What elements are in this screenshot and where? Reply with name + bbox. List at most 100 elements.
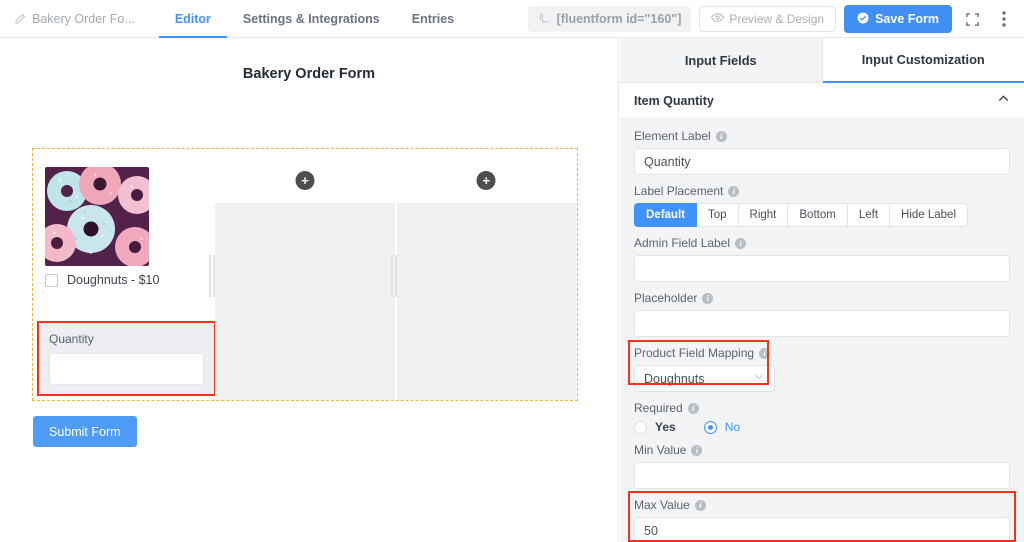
info-icon[interactable]: i (735, 238, 746, 249)
shortcode-chip[interactable]: [fluentform id="160"] (528, 6, 692, 32)
form-column-1: Doughnuts - $10 Quantity (33, 149, 214, 400)
add-field-button-column-3[interactable]: + (477, 171, 496, 190)
info-icon[interactable]: i (688, 403, 699, 414)
quantity-field-highlight: Quantity (37, 321, 216, 396)
quantity-field-label: Quantity (49, 332, 204, 346)
form-name-chip[interactable]: Bakery Order Fo... (14, 12, 135, 26)
label-placement-option-bottom[interactable]: Bottom (788, 203, 847, 227)
info-icon[interactable]: i (695, 500, 706, 511)
top-bar-actions: [fluentform id="160"] Preview & Design (528, 0, 1016, 38)
required-radio-group: Yes No (634, 420, 1010, 434)
required-yes-label: Yes (655, 420, 676, 434)
seg-label: Top (708, 209, 727, 221)
required-option-no[interactable]: No (704, 420, 740, 434)
chevron-up-icon[interactable] (997, 92, 1010, 110)
required-label: Required i (634, 401, 1010, 415)
form-row-container: Doughnuts - $10 Quantity + (32, 148, 578, 401)
radio-icon (634, 421, 647, 434)
nav-tab-settings-label: Settings & Integrations (243, 12, 380, 26)
tab-input-customization[interactable]: Input Customization (823, 38, 1024, 83)
admin-field-label-label: Admin Field Label i (634, 236, 1010, 250)
pencil-icon (14, 13, 26, 25)
seg-label: Hide Label (901, 209, 956, 221)
tab-input-fields[interactable]: Input Fields (620, 38, 823, 83)
max-value-input[interactable] (634, 517, 1010, 542)
product-field-mapping-select[interactable]: Doughnuts (634, 365, 775, 392)
label-placement-text: Label Placement (634, 184, 723, 198)
field-max-value: Max Value i (634, 498, 1010, 542)
shortcode-copy-icon (538, 11, 551, 27)
nav-tab-settings-integrations[interactable]: Settings & Integrations (227, 0, 396, 38)
info-icon[interactable]: i (702, 293, 713, 304)
nav-tab-editor[interactable]: Editor (159, 0, 227, 38)
shortcode-text: [fluentform id="160"] (557, 12, 682, 26)
product-checkbox-label: Doughnuts - $10 (67, 273, 159, 287)
field-placeholder: Placeholder i (634, 291, 1010, 337)
required-label-text: Required (634, 401, 683, 415)
main-nav-tabs: Editor Settings & Integrations Entries (159, 0, 470, 38)
min-value-input[interactable] (634, 462, 1010, 489)
accordion-item-quantity[interactable]: Item Quantity (620, 83, 1024, 119)
element-label-label: Element Label i (634, 129, 1010, 143)
required-no-label: No (725, 420, 740, 434)
label-placement-option-hide-label[interactable]: Hide Label (890, 203, 968, 227)
product-checkbox[interactable] (45, 274, 58, 287)
save-form-label: Save Form (875, 12, 939, 26)
label-placement-option-default[interactable]: Default (634, 203, 697, 227)
nav-tab-entries[interactable]: Entries (396, 0, 470, 38)
top-bar: Bakery Order Fo... Editor Settings & Int… (0, 0, 1024, 38)
submit-form-button[interactable]: Submit Form (33, 416, 137, 447)
element-label-text: Element Label (634, 129, 711, 143)
form-column-3: + (396, 149, 577, 400)
empty-column-placeholder-3[interactable] (397, 203, 576, 400)
kebab-menu-icon[interactable] (992, 7, 1016, 31)
min-value-label: Min Value i (634, 443, 1010, 457)
tab-input-customization-label: Input Customization (862, 52, 985, 67)
info-icon[interactable]: i (716, 131, 727, 142)
label-placement-segmented-control: Default Top Right Bottom Left (634, 203, 1010, 227)
preview-design-button[interactable]: Preview & Design (699, 6, 836, 32)
empty-column-placeholder-2[interactable] (215, 203, 394, 400)
column-resize-handle-2[interactable] (209, 255, 216, 297)
quantity-field[interactable]: Quantity (39, 323, 214, 394)
eye-icon (711, 11, 724, 27)
product-field-mapping-label: Product Field Mapping i (634, 346, 1010, 360)
placeholder-label: Placeholder i (634, 291, 1010, 305)
panel-body: Element Label i Label Placement i Defaul… (620, 119, 1024, 542)
seg-label: Left (859, 209, 878, 221)
preview-design-label: Preview & Design (729, 12, 824, 26)
seg-label: Bottom (799, 209, 835, 221)
form-column-2: + (214, 149, 395, 400)
admin-field-label-input[interactable] (634, 255, 1010, 282)
settings-panel: Input Fields Input Customization Item Qu… (620, 38, 1024, 542)
field-admin-field-label: Admin Field Label i (634, 236, 1010, 282)
label-placement-label: Label Placement i (634, 184, 1010, 198)
add-field-button-column-2[interactable]: + (295, 171, 314, 190)
label-placement-option-left[interactable]: Left (848, 203, 890, 227)
expand-icon[interactable] (960, 7, 984, 31)
label-placement-option-right[interactable]: Right (739, 203, 789, 227)
plus-icon: + (301, 174, 309, 187)
label-placement-option-top[interactable]: Top (697, 203, 739, 227)
field-element-label: Element Label i (634, 129, 1010, 175)
admin-field-label-text: Admin Field Label (634, 236, 730, 250)
seg-label: Default (646, 209, 685, 221)
element-label-input[interactable] (634, 148, 1010, 175)
tab-input-fields-label: Input Fields (685, 53, 757, 68)
info-icon[interactable]: i (691, 445, 702, 456)
seg-label: Right (750, 209, 777, 221)
column-resize-handle-3[interactable] (391, 255, 398, 297)
max-value-label-text: Max Value (634, 498, 690, 512)
form-name-text: Bakery Order Fo... (32, 12, 135, 26)
panel-tabs: Input Fields Input Customization (620, 38, 1024, 83)
info-icon[interactable]: i (759, 348, 770, 359)
plus-icon: + (483, 174, 491, 187)
info-icon[interactable]: i (728, 186, 739, 197)
form-heading: Bakery Order Form (0, 66, 618, 82)
quantity-input[interactable] (49, 353, 204, 385)
product-checkbox-row[interactable]: Doughnuts - $10 (45, 273, 159, 287)
placeholder-input[interactable] (634, 310, 1010, 337)
accordion-title: Item Quantity (634, 94, 714, 108)
required-option-yes[interactable]: Yes (634, 420, 676, 434)
save-form-button[interactable]: Save Form (844, 5, 952, 33)
